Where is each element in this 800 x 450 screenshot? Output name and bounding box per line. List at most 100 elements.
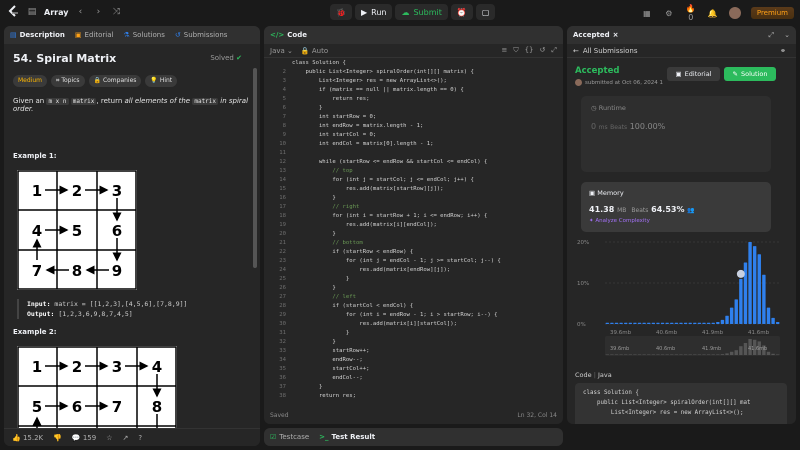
code-line[interactable]: List<Integer> res = new ArrayList<>(); [292,77,447,86]
notes-button[interactable]: ▢ [475,4,496,20]
code-line[interactable]: for (int j = endCol - 1; j >= startCol; … [292,257,501,266]
code-line[interactable]: for (int i = startRow + 1; i <= endRow; … [292,212,487,221]
memory-card[interactable]: ▣ Memory 41.38 MB Beats 64.53% 👥 ✦ Analyz… [581,182,771,232]
code-line[interactable]: class Solution { [292,59,346,68]
comments-button[interactable]: 💬 159 [72,434,96,442]
code-status-bar: Saved Ln 32, Col 14 [264,406,563,424]
code-line[interactable]: } [292,401,309,402]
solutions-icon: ⚗ [123,31,130,39]
leetcode-logo-icon[interactable] [8,5,20,19]
problem-list-title[interactable]: Array [44,8,68,17]
code-line[interactable]: } [292,338,335,347]
code-line[interactable]: while (startRow <= endRow && startCol <=… [292,158,487,167]
tab-solutions[interactable]: ⚗ Solutions [123,31,164,39]
back-to-submissions[interactable]: ← All Submissions ⚭ [567,44,796,58]
language-select[interactable]: Java ⌄ [270,47,293,55]
code-line[interactable]: for (int i = endRow - 1; i > startRow; i… [292,311,498,320]
tab-description[interactable]: ▤ Description [10,31,65,39]
submit-button[interactable]: ☁ Submit [395,4,448,20]
code-line[interactable]: // right [292,203,359,212]
tab-submissions[interactable]: ↺ Submissions [175,31,228,39]
code-line[interactable]: res.add(matrix[i][startCol]); [292,320,457,329]
dislike-button[interactable]: 👎 [53,434,62,442]
reset-icon[interactable]: ↺ [540,46,546,55]
snippet-line [583,418,779,424]
share-icon[interactable]: ⚭ [780,47,786,55]
code-line[interactable]: startRow++; [292,347,369,356]
overview-bar [739,346,743,355]
alarm-icon: ⏰ [456,7,467,17]
companies-tag[interactable]: 🔒 Companies [88,75,142,87]
code-line[interactable]: } [292,329,349,338]
solution-button[interactable]: ✎ Solution [724,67,776,81]
description-scrollbar[interactable] [253,68,257,268]
code-line[interactable]: endRow--; [292,356,362,365]
topics-tag[interactable]: ⌗ Topics [51,75,85,87]
code-line[interactable]: int startRow = 0; [292,113,376,122]
problem-list-icon[interactable]: ▤ [26,7,38,17]
code-line[interactable]: } [292,275,349,284]
code-line[interactable]: } [292,194,335,203]
debug-button[interactable]: 🐞 [330,4,352,20]
maximize-icon[interactable]: ⤢ [769,31,775,40]
code-line[interactable]: res.add(matrix[endRow][j]); [292,266,450,275]
code-line[interactable]: int endCol = matrix[0].length - 1; [292,140,434,149]
code-line[interactable]: } [292,230,335,239]
analyze-complexity-link[interactable]: ✦ Analyze Complexity [589,218,763,224]
code-line[interactable]: endCol--; [292,374,362,383]
layout-icon[interactable]: ▦ [641,9,653,18]
line-number: 34 [279,357,286,363]
code-line[interactable]: startCol++; [292,365,369,374]
code-line[interactable]: // bottom [292,239,362,248]
user-avatar[interactable] [728,7,741,19]
code-line[interactable]: } [292,383,322,392]
code-line[interactable]: if (matrix == null || matrix.length == 0… [292,86,464,95]
fullscreen-icon[interactable]: ⤢ [551,46,557,55]
format-icon[interactable]: ≡ [501,46,507,55]
next-problem-icon[interactable]: › [92,7,104,17]
close-icon[interactable]: × [613,31,619,39]
streak-icon[interactable]: 🔥0 [685,4,697,22]
prev-problem-icon[interactable]: ‹ [74,7,86,17]
tab-editorial[interactable]: ▣ Editorial [75,31,114,39]
code-line[interactable]: // left [292,293,356,302]
shuffle-icon[interactable]: ⤨ [110,7,122,17]
memory-distribution-chart[interactable]: 20% 10% 0% 39.6mb 40.6mb 41.9mb 41.6mb 39.6mb 40… [575,236,785,361]
code-editor[interactable]: class Solution {2 public List<Integer> s… [264,58,563,402]
tab-testcase[interactable]: ☑ Testcase [270,433,309,441]
timer-button[interactable]: ⏰ [450,4,473,20]
code-line[interactable]: if (startRow < endRow) { [292,248,413,257]
notifications-icon[interactable]: 🔔 [707,9,719,18]
code-line[interactable]: return res; [292,95,369,104]
share-button[interactable]: ↗ [122,434,128,442]
runtime-card[interactable]: ◷ Runtime 0 ms Beats 100.00% [581,96,771,172]
auto-mode[interactable]: 🔒 Auto [301,47,328,55]
code-line[interactable]: } [292,104,322,113]
favorite-button[interactable]: ☆ [106,434,112,442]
tab-accepted[interactable]: Accepted × [573,31,618,39]
help-button[interactable]: ? [138,434,142,442]
settings-icon[interactable]: ⚙ [663,9,675,18]
code-line[interactable]: } [292,284,335,293]
line-number: 16 [279,195,286,201]
run-button[interactable]: ▶ Run [354,4,393,20]
tab-code[interactable]: </> Code [270,31,307,39]
hint-tag[interactable]: 💡 Hint [145,75,178,87]
premium-button[interactable]: Premium [750,7,794,19]
like-button[interactable]: 👍 15.2K [12,434,43,442]
braces-icon[interactable]: {} [525,46,534,55]
code-line[interactable]: if (startCol < endCol) { [292,302,413,311]
bookmark-icon[interactable]: ⛉ [513,46,518,55]
code-line[interactable]: int endRow = matrix.length - 1; [292,122,423,131]
code-line[interactable]: public List<Integer> spiralOrder(int[][]… [292,68,473,77]
code-line[interactable]: int startCol = 0; [292,131,376,140]
code-line[interactable]: res.add(matrix[startRow][j]); [292,185,444,194]
code-line[interactable]: res.add(matrix[i][endCol]); [292,221,437,230]
code-line[interactable]: // top [292,167,352,176]
code-line[interactable]: return res; [292,392,356,401]
code-line[interactable]: for (int j = startCol; j <= endCol; j++)… [292,176,473,185]
more-icon[interactable]: ⌄ [784,31,790,39]
tab-test-result[interactable]: >_ Test Result [319,433,375,441]
editorial-button[interactable]: ▣ Editorial [667,67,720,81]
x-tick-label: 39.6mb [610,330,632,336]
